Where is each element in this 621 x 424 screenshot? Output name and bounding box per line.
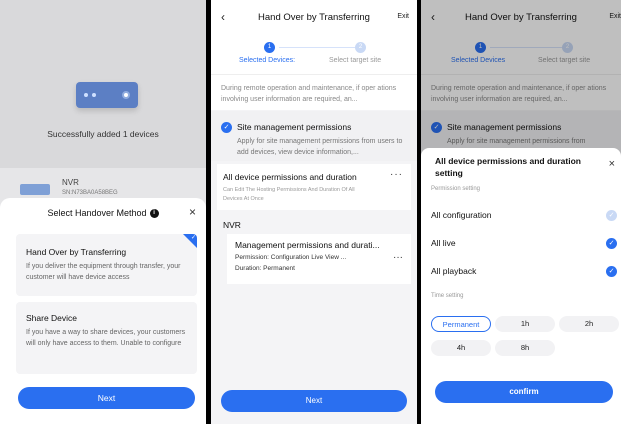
permission-duration-sheet: All device permissions and duration sett… <box>421 148 621 424</box>
time-chip-4h[interactable]: 4h <box>431 340 491 356</box>
success-message: Successfully added 1 devices <box>47 129 159 139</box>
option-title: Hand Over by Transferring <box>26 247 127 257</box>
time-chip-8h[interactable]: 8h <box>495 340 555 356</box>
perm-row-all-configuration[interactable]: All configuration ✓ <box>431 210 617 226</box>
option-desc: If you deliver the equipment through tra… <box>26 263 181 281</box>
time-chip-1h[interactable]: 1h <box>495 316 555 332</box>
perm-row-all-playback[interactable]: All playback ✓ <box>431 266 617 282</box>
nvr-device-icon <box>76 82 138 108</box>
step-1-dot: 1 <box>264 42 275 53</box>
check-icon[interactable]: ✓ <box>606 266 617 277</box>
option-transfer[interactable]: Hand Over by Transferring If you deliver… <box>16 234 197 296</box>
device-sn: SN:N73BA0A58BEG <box>62 190 118 196</box>
step-line <box>279 47 355 48</box>
nav-header: ‹ Hand Over by Transferring Exit <box>211 0 417 34</box>
duration-setting-screen: ‹ Hand Over by Transferring Exit 1 2 Sel… <box>421 0 621 424</box>
stepper: 1 2 Selected Devices: Select target site <box>211 34 417 74</box>
duration-line: Duration: Permanent <box>235 265 295 272</box>
time-chip-permanent[interactable]: Permanent <box>431 316 491 332</box>
check-icon[interactable]: ✓ <box>606 210 617 221</box>
more-icon[interactable]: ··· <box>390 169 403 180</box>
perm-desc: Apply for site management permissions fr… <box>237 138 403 156</box>
add-device-screen: Successfully added 1 devices NVR SN:N73B… <box>0 0 206 424</box>
step-1-label: Selected Devices: <box>239 57 296 64</box>
notice-text: During remote operation and maintenance,… <box>211 74 417 110</box>
page-title: Hand Over by Transferring <box>258 12 370 23</box>
sheet-title: Select Handover Method i <box>0 208 206 219</box>
option-title: Share Device <box>26 313 78 323</box>
step-2-label: Select target site <box>329 57 382 64</box>
time-chip-2h[interactable]: 2h <box>559 316 619 332</box>
perm-label: All playback <box>431 266 477 276</box>
permission-line: Permission: Configuration Live View ... <box>235 254 347 261</box>
card-desc: Can Edit The Hosting Permissions And Dur… <box>223 187 355 202</box>
option-share[interactable]: Share Device If you have a way to share … <box>16 302 197 374</box>
perm-label: All live <box>431 238 456 248</box>
transfer-screen: ‹ Hand Over by Transferring Exit 1 2 Sel… <box>211 0 417 424</box>
handover-method-sheet: Select Handover Methodi × Hand Over by T… <box>0 198 206 424</box>
check-icon[interactable]: ✓ <box>221 122 232 133</box>
check-icon[interactable]: ✓ <box>606 238 617 249</box>
all-device-permission-card[interactable]: All device permissions and duration Can … <box>217 164 411 210</box>
info-icon[interactable]: i <box>149 209 159 219</box>
selected-check-icon <box>183 234 197 248</box>
next-button[interactable]: Next <box>18 387 195 409</box>
confirm-button[interactable]: confirm <box>435 381 613 403</box>
perm-row-all-live[interactable]: All live ✓ <box>431 238 617 254</box>
nvr-thumb-icon <box>20 184 50 195</box>
more-icon[interactable]: ··· <box>393 252 403 263</box>
close-icon[interactable]: × <box>609 158 615 170</box>
card-title: Management permissions and durati... <box>235 240 380 250</box>
nvr-section-label: NVR <box>223 220 241 230</box>
exit-button[interactable]: Exit <box>397 13 409 20</box>
card-title: All device permissions and duration <box>223 172 357 182</box>
sheet-title: All device permissions and duration sett… <box>435 156 581 178</box>
device-name: NVR <box>62 178 79 187</box>
permission-section-label: Permission setting <box>431 186 481 192</box>
next-button[interactable]: Next <box>221 390 407 412</box>
close-icon[interactable]: × <box>189 205 196 219</box>
option-desc: If you have a way to share devices, your… <box>26 329 186 347</box>
site-permission-box[interactable]: ✓ Site management permissions Apply for … <box>211 111 417 161</box>
step-2-dot: 2 <box>355 42 366 53</box>
time-section-label: Time setting <box>431 293 464 299</box>
perm-label: All configuration <box>431 210 492 220</box>
nvr-permission-card[interactable]: Management permissions and durati... Per… <box>227 234 411 284</box>
perm-title: Site management permissions <box>237 122 352 132</box>
